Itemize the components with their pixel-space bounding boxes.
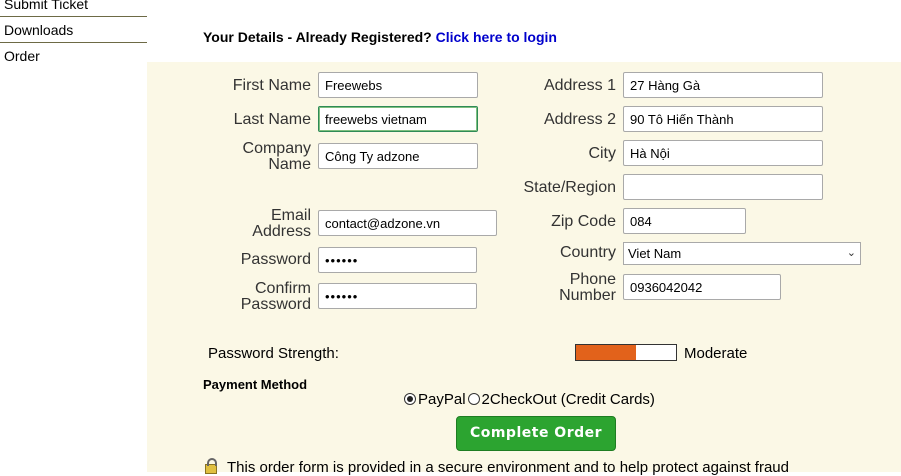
- phone-number-label-line2: Number: [559, 287, 616, 304]
- state-region-label: State/Region: [523, 179, 616, 196]
- last-name-input[interactable]: [318, 106, 478, 132]
- country-select-value: Viet Nam: [628, 246, 682, 261]
- first-name-input[interactable]: [318, 72, 478, 98]
- confirm-password-label: Confirm Password: [207, 281, 311, 313]
- lock-icon: [205, 458, 217, 474]
- address2-input[interactable]: [623, 106, 823, 132]
- secure-notice-text: This order form is provided in a secure …: [227, 459, 789, 476]
- first-name-label: First Name: [232, 77, 311, 94]
- email-label-line2: Address: [252, 223, 311, 240]
- email-label-line1: Email: [270, 207, 311, 224]
- sidebar-item-submit-ticket[interactable]: Submit Ticket: [0, 0, 147, 17]
- email-label: Email Address: [207, 208, 311, 240]
- confirm-password-input[interactable]: [318, 283, 477, 309]
- phone-number-label-line1: Phone: [569, 271, 616, 288]
- paypal-radio[interactable]: [404, 393, 416, 405]
- city-label: City: [588, 145, 616, 162]
- 2checkout-radio-label[interactable]: 2CheckOut (Credit Cards): [482, 391, 655, 408]
- phone-number-label: Phone Number: [487, 272, 616, 304]
- payment-method-options: PayPal 2CheckOut (Credit Cards): [404, 390, 657, 408]
- password-strength-meter: [575, 344, 677, 361]
- chevron-down-icon: ⌄: [846, 247, 856, 259]
- company-name-input[interactable]: [318, 143, 478, 169]
- password-strength-label: Password Strength:: [208, 345, 339, 362]
- state-region-input[interactable]: [623, 174, 823, 200]
- complete-order-button[interactable]: Complete Order: [456, 416, 616, 451]
- company-name-label: Company Name: [207, 141, 311, 173]
- password-label: Password: [240, 251, 311, 268]
- company-name-label-line1: Company: [242, 140, 311, 157]
- sidebar: Submit Ticket Downloads Order: [0, 0, 147, 472]
- company-name-label-line2: Name: [268, 156, 311, 173]
- city-input[interactable]: [623, 140, 823, 166]
- address1-input[interactable]: [623, 72, 823, 98]
- password-strength-text: Moderate: [684, 345, 748, 362]
- secure-notice: This order form is provided in a secure …: [205, 458, 789, 476]
- order-form-panel: Your Details - Already Registered? Click…: [147, 0, 901, 476]
- country-select[interactable]: Viet Nam ⌄: [623, 242, 861, 265]
- country-label: Country: [559, 244, 616, 261]
- zip-code-label: Zip Code: [551, 213, 616, 230]
- paypal-radio-label[interactable]: PayPal: [418, 391, 466, 408]
- sidebar-item-downloads[interactable]: Downloads: [0, 18, 147, 43]
- phone-number-input[interactable]: [623, 274, 781, 300]
- zip-code-input[interactable]: [623, 208, 746, 234]
- login-link[interactable]: Click here to login: [436, 29, 557, 45]
- address1-label: Address 1: [543, 77, 616, 94]
- password-input[interactable]: [318, 247, 477, 273]
- last-name-label: Last Name: [233, 111, 311, 128]
- password-strength-fill: [576, 345, 636, 360]
- details-heading: Your Details - Already Registered? Click…: [203, 29, 557, 45]
- confirm-password-label-line2: Password: [240, 296, 311, 313]
- details-heading-text: Your Details - Already Registered?: [203, 29, 432, 45]
- confirm-password-label-line1: Confirm: [254, 280, 311, 297]
- address2-label: Address 2: [543, 111, 616, 128]
- sidebar-item-order[interactable]: Order: [0, 44, 147, 69]
- 2checkout-radio[interactable]: [467, 393, 480, 405]
- email-input[interactable]: [318, 210, 497, 236]
- payment-method-heading: Payment Method: [203, 377, 308, 392]
